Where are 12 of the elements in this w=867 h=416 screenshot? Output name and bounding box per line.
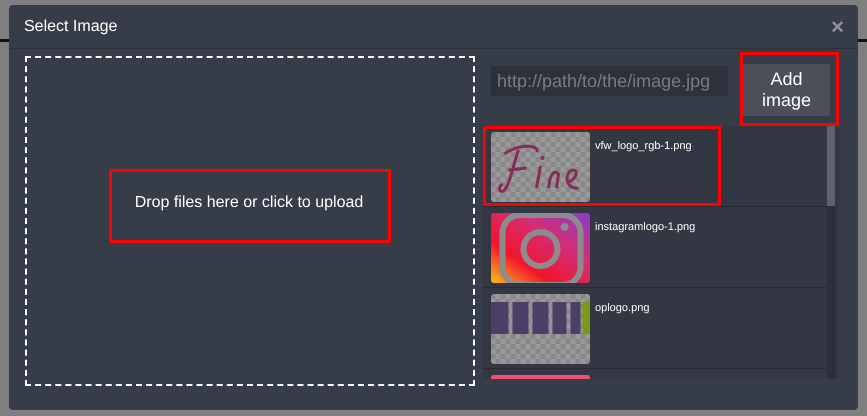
close-button[interactable]: × (831, 16, 844, 38)
dropzone-text: Drop files here or click to upload (134, 194, 364, 211)
scrollbar[interactable] (827, 126, 835, 379)
add-image-button[interactable]: Add image (743, 64, 830, 116)
window-title: Select Image (24, 18, 118, 36)
upload-dropzone[interactable]: Drop files here or click to upload (25, 56, 475, 386)
url-field[interactable]: http://path/to/the/image.jpg (491, 66, 728, 96)
file-name: oplogo.png (595, 302, 650, 314)
image-list-item[interactable]: oplogo.png (483, 288, 827, 369)
file-name: vfw_logo_rgb-1.png (595, 140, 692, 152)
image-list-item[interactable]: instagramlogo-1.png (483, 207, 827, 288)
file-name: instagramlogo-1.png (595, 221, 696, 233)
